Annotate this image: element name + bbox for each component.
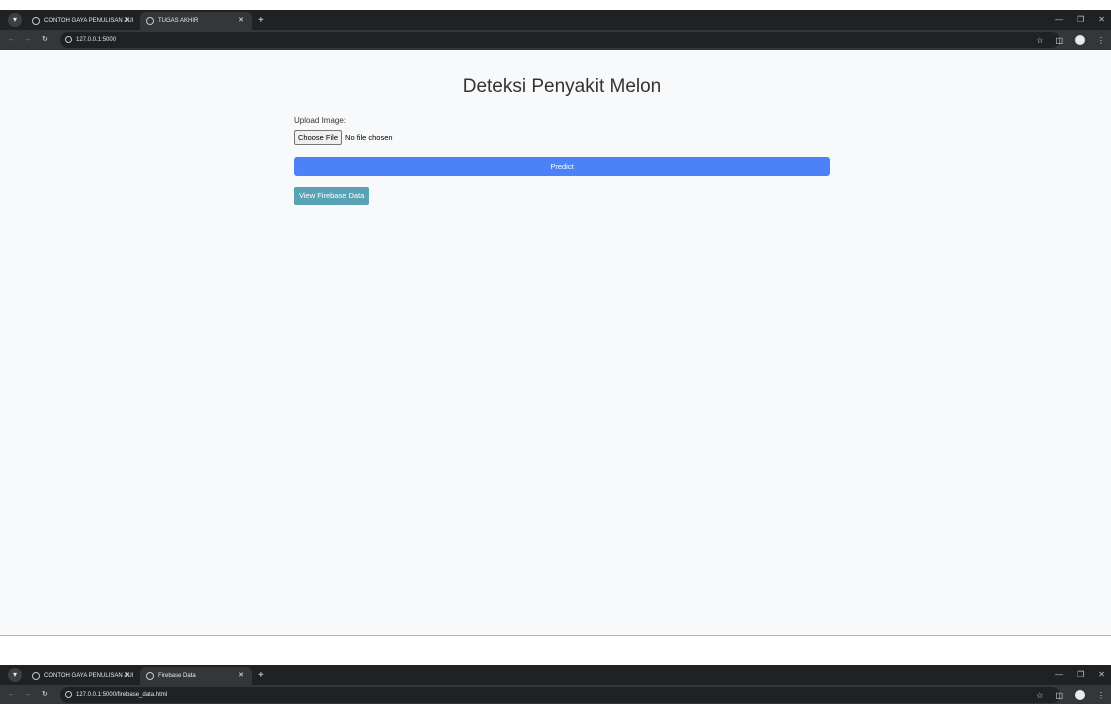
tab-contoh-gaya[interactable]: CONTOH GAYA PENULISAN JUI ✕ bbox=[26, 667, 138, 685]
reload-icon[interactable]: ↻ bbox=[42, 30, 48, 50]
minimize-icon[interactable]: — bbox=[1055, 665, 1063, 685]
menu-icon[interactable]: ⋮ bbox=[1097, 36, 1105, 45]
close-icon[interactable]: ✕ bbox=[238, 667, 244, 685]
new-tab-icon[interactable]: + bbox=[258, 12, 264, 30]
tab-firebase-data[interactable]: Firebase Data ✕ bbox=[140, 667, 252, 685]
close-icon[interactable]: ✕ bbox=[124, 12, 130, 30]
no-file-text: No file chosen bbox=[345, 133, 393, 142]
star-icon[interactable]: ☆ bbox=[1036, 691, 1043, 700]
tab-tugas-akhir[interactable]: TUGAS AKHIR ✕ bbox=[140, 12, 252, 30]
site-info-icon[interactable] bbox=[65, 36, 72, 43]
view-firebase-data-button[interactable]: View Firebase Data bbox=[294, 187, 370, 205]
globe-icon bbox=[32, 17, 40, 25]
close-window-icon[interactable]: ✕ bbox=[1098, 665, 1105, 685]
minimize-icon[interactable]: — bbox=[1055, 10, 1063, 30]
arrow-left-icon[interactable]: ← bbox=[8, 30, 15, 50]
site-info-icon[interactable] bbox=[65, 691, 72, 698]
window-controls: — ❐ ✕ bbox=[1055, 665, 1105, 685]
star-icon[interactable]: ☆ bbox=[1036, 36, 1043, 45]
url-text: 127.0.0.1:5000/firebase_data.html bbox=[76, 692, 168, 698]
new-tab-icon[interactable]: + bbox=[258, 667, 264, 685]
choose-file-button[interactable]: Choose File bbox=[294, 130, 343, 145]
tab-contoh-gaya[interactable]: CONTOH GAYA PENULISAN JUI ✕ bbox=[26, 12, 138, 30]
close-window-icon[interactable]: ✕ bbox=[1098, 10, 1105, 30]
toolbar-actions: ☆ ◫ ⋮ bbox=[1036, 30, 1105, 50]
tab-search-icon[interactable]: ▾ bbox=[8, 13, 22, 27]
close-icon[interactable]: ✕ bbox=[124, 667, 130, 685]
close-icon[interactable]: ✕ bbox=[238, 12, 244, 30]
globe-icon bbox=[32, 672, 40, 680]
tab-label: Firebase Data bbox=[158, 673, 196, 679]
profile-icon[interactable] bbox=[1075, 690, 1085, 700]
predict-button[interactable]: Predict bbox=[294, 157, 830, 176]
tab-label: CONTOH GAYA PENULISAN JUI bbox=[44, 18, 134, 24]
address-bar[interactable]: 127.0.0.1:5000 bbox=[60, 32, 1060, 48]
restore-icon[interactable]: ❐ bbox=[1077, 665, 1084, 685]
arrow-right-icon[interactable]: → bbox=[24, 30, 31, 50]
address-bar[interactable]: 127.0.0.1:5000/firebase_data.html bbox=[60, 687, 1060, 703]
globe-icon bbox=[146, 672, 154, 680]
browser-window-firebase: ▾ CONTOH GAYA PENULISAN JUI ✕ Firebase D… bbox=[0, 665, 1111, 704]
screenshot-divider bbox=[0, 635, 1111, 665]
menu-icon[interactable]: ⋮ bbox=[1097, 691, 1105, 700]
profile-icon[interactable] bbox=[1075, 35, 1085, 45]
browser-toolbar: ← → ↻ 127.0.0.1:5000 ☆ ◫ ⋮ bbox=[0, 30, 1111, 50]
window-controls: — ❐ ✕ bbox=[1055, 10, 1105, 30]
toolbar-actions: ☆ ◫ ⋮ bbox=[1036, 685, 1105, 705]
tab-search-icon[interactable]: ▾ bbox=[8, 668, 22, 682]
tab-strip: ▾ CONTOH GAYA PENULISAN JUI ✕ Firebase D… bbox=[0, 665, 1111, 685]
page-title: Deteksi Penyakit Melon bbox=[462, 76, 662, 97]
arrow-left-icon[interactable]: ← bbox=[8, 685, 15, 705]
browser-window-main: ▾ CONTOH GAYA PENULISAN JUI ✕ TUGAS AKHI… bbox=[0, 10, 1111, 635]
arrow-right-icon[interactable]: → bbox=[24, 685, 31, 705]
globe-icon bbox=[146, 17, 154, 25]
file-input[interactable]: Choose File No file chosen bbox=[294, 130, 393, 145]
page-viewport: Deteksi Penyakit Melon Upload Image: Cho… bbox=[0, 50, 1111, 635]
url-text: 127.0.0.1:5000 bbox=[76, 37, 117, 43]
tab-label: CONTOH GAYA PENULISAN JUI bbox=[44, 673, 134, 679]
puzzle-icon[interactable]: ◫ bbox=[1055, 691, 1063, 700]
tab-label: TUGAS AKHIR bbox=[158, 18, 199, 24]
puzzle-icon[interactable]: ◫ bbox=[1055, 36, 1063, 45]
tab-strip: ▾ CONTOH GAYA PENULISAN JUI ✕ TUGAS AKHI… bbox=[0, 10, 1111, 30]
restore-icon[interactable]: ❐ bbox=[1077, 10, 1084, 30]
reload-icon[interactable]: ↻ bbox=[42, 685, 48, 705]
upload-label: Upload Image: bbox=[294, 116, 347, 125]
browser-toolbar: ← → ↻ 127.0.0.1:5000/firebase_data.html … bbox=[0, 685, 1111, 704]
